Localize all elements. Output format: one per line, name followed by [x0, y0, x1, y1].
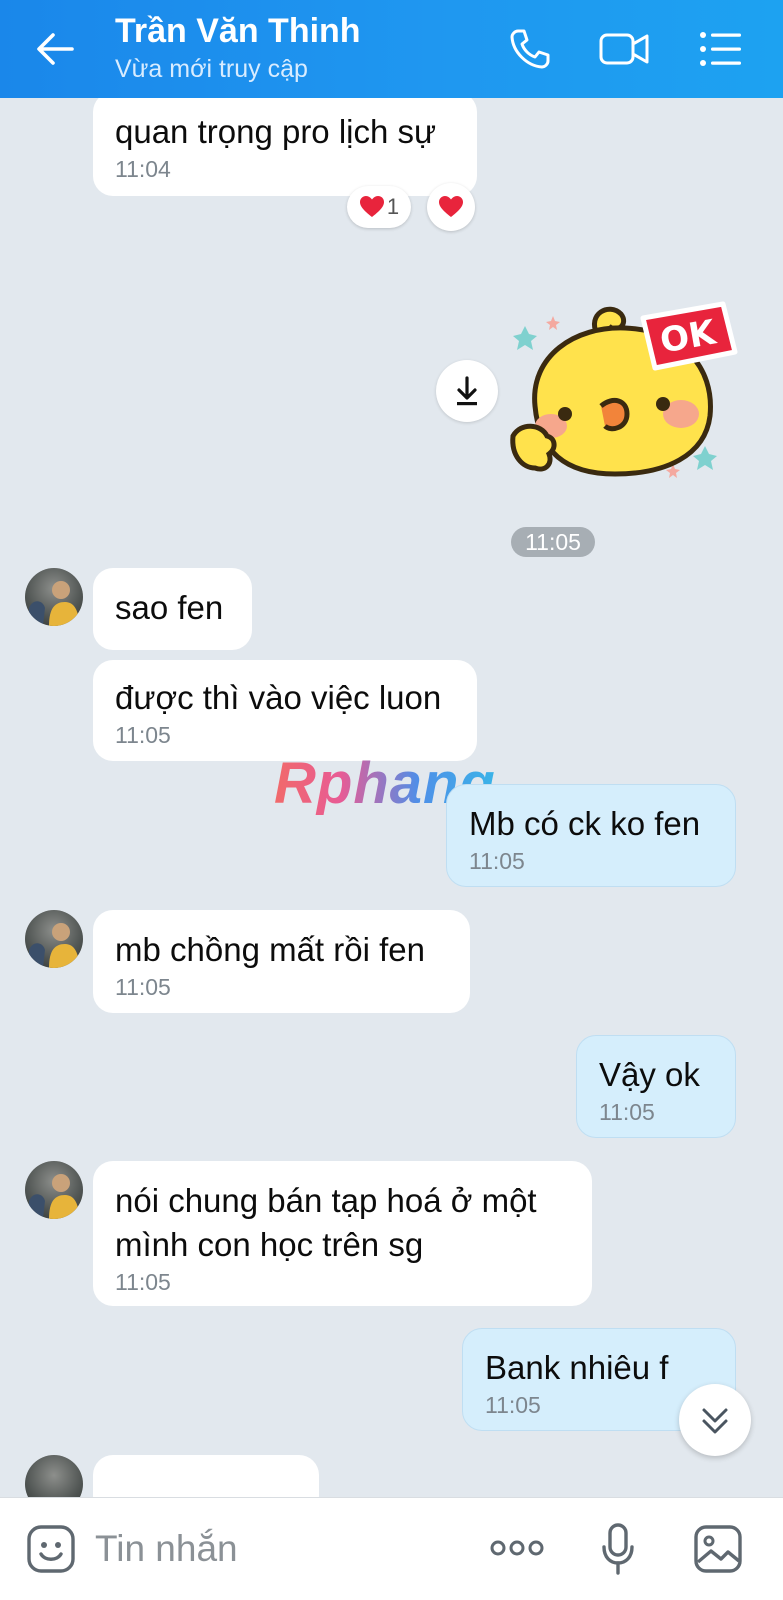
- message-text-line1: nói chung bán tạp hoá ở một: [115, 1182, 537, 1219]
- message-incoming[interactable]: [93, 1455, 319, 1497]
- message-input[interactable]: Tin nhắn: [95, 1528, 238, 1570]
- message-text-line2: mình con học trên sg: [115, 1226, 424, 1263]
- message-time: 11:05: [115, 722, 171, 748]
- menu-list-icon[interactable]: [697, 26, 743, 72]
- download-button[interactable]: [436, 360, 498, 422]
- avatar[interactable]: [25, 568, 83, 626]
- chevron-double-down-icon: [702, 1408, 728, 1434]
- chat-header: Trần Văn Thinh Vừa mới truy cập: [0, 0, 783, 98]
- heart-icon: [359, 196, 384, 217]
- avatar-photo: [29, 923, 79, 968]
- message-time: 11:05: [115, 974, 171, 1000]
- message-input-bar: Tin nhắn: [0, 1497, 783, 1600]
- message-time: 11:05: [469, 848, 525, 874]
- image-icon[interactable]: [693, 1524, 743, 1574]
- avatar-photo: [29, 581, 79, 626]
- message-text: quan trọng pro lịch sự: [115, 113, 437, 150]
- contact-status: Vừa mới truy cập: [115, 55, 308, 83]
- more-dots-icon[interactable]: [489, 1538, 545, 1558]
- message-text: được thì vào việc luon: [115, 679, 442, 716]
- avatar-photo: [29, 1174, 79, 1219]
- message-text: mb chồng mất rồi fen: [115, 931, 425, 968]
- reaction-count: 1: [386, 194, 400, 219]
- contact-name[interactable]: Trần Văn Thinh: [115, 12, 361, 51]
- message-text: Vậy ok: [599, 1056, 700, 1093]
- message-incoming[interactable]: sao fen: [93, 568, 252, 650]
- message-incoming[interactable]: được thì vào việc luon 11:05: [93, 660, 477, 761]
- message-time: 11:05: [599, 1099, 655, 1125]
- avatar[interactable]: [25, 910, 83, 968]
- back-arrow-icon[interactable]: [34, 28, 76, 70]
- scroll-to-bottom-button[interactable]: [679, 1384, 751, 1456]
- message-text: sao fen: [115, 589, 224, 626]
- avatar[interactable]: [25, 1161, 83, 1219]
- microphone-icon[interactable]: [601, 1522, 635, 1578]
- phone-icon[interactable]: [507, 26, 553, 72]
- message-time: 11:04: [115, 156, 171, 182]
- emoji-icon[interactable]: [26, 1524, 76, 1574]
- message-incoming[interactable]: nói chung bán tạp hoá ở một mình con học…: [93, 1161, 592, 1306]
- message-outgoing[interactable]: Vậy ok 11:05: [576, 1035, 736, 1138]
- message-time: 11:05: [115, 1269, 171, 1295]
- message-list[interactable]: quan trọng pro lịch sự 11:04 1 OK 11:05 …: [0, 98, 783, 1497]
- sticker-image[interactable]: OK: [505, 296, 740, 496]
- message-text: Mb có ck ko fen: [469, 805, 701, 842]
- react-button[interactable]: [427, 183, 475, 231]
- avatar[interactable]: [25, 1455, 83, 1497]
- message-outgoing[interactable]: Mb có ck ko fen 11:05: [446, 784, 736, 887]
- heart-icon: [439, 196, 463, 217]
- download-icon: [457, 376, 477, 406]
- video-call-icon[interactable]: [598, 26, 650, 72]
- message-incoming[interactable]: quan trọng pro lịch sự 11:04: [93, 98, 477, 196]
- sticker-time-pill: 11:05: [511, 527, 595, 557]
- reaction-summary[interactable]: 1: [347, 186, 411, 228]
- message-incoming[interactable]: mb chồng mất rồi fen 11:05: [93, 910, 470, 1013]
